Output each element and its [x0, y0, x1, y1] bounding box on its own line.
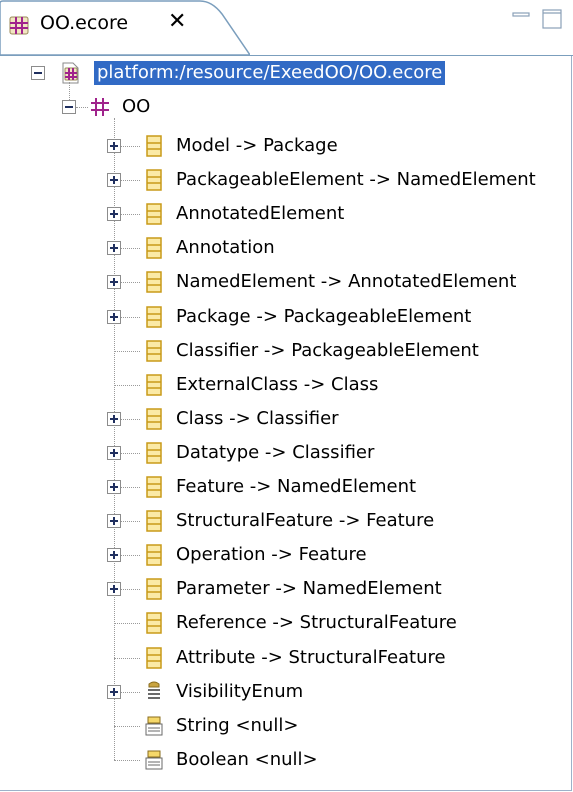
tree-item-label[interactable]: Reference -> StructuralFeature [176, 611, 457, 635]
tree-item-label[interactable]: Operation -> Feature [176, 543, 367, 567]
node-expander[interactable] [107, 480, 121, 494]
tree-item-label[interactable]: PackageableElement -> NamedElement [176, 168, 536, 192]
tab-oo-ecore[interactable]: OO.ecore ✕ [0, 0, 250, 56]
maximize-icon[interactable] [539, 6, 565, 32]
tree-item-label[interactable]: Feature -> NamedElement [176, 475, 416, 499]
eclass-icon [146, 476, 162, 498]
node-expander[interactable] [107, 207, 121, 222]
ecore-package-icon [9, 16, 29, 35]
tree-connector [114, 623, 140, 625]
eclass-icon [146, 578, 162, 601]
minimize-icon[interactable] [509, 6, 535, 32]
tree-connector [114, 657, 140, 659]
node-expander[interactable] [107, 684, 121, 699]
resource-label[interactable]: platform:/resource/ExeedOO/OO.ecore [94, 61, 446, 85]
tree-item-label[interactable]: Datatype -> Classifier [176, 441, 374, 465]
tree-connector [114, 759, 140, 761]
close-icon[interactable]: ✕ [168, 10, 186, 34]
eclass-icon [146, 408, 162, 430]
eclass-icon [146, 442, 162, 464]
eclass-icon [146, 237, 162, 260]
tree-item-label[interactable]: ExternalClass -> Class [176, 373, 378, 397]
tree-item-label[interactable]: Model -> Package [176, 134, 338, 158]
eclass-icon [146, 646, 162, 669]
tree-item-label[interactable]: Parameter -> NamedElement [176, 577, 442, 601]
eclass-icon [146, 169, 162, 191]
tree-connector [114, 725, 140, 727]
edatatype-icon [145, 750, 163, 770]
node-expander[interactable] [107, 275, 121, 290]
eclass-icon [146, 305, 162, 328]
tab-title: OO.ecore [40, 12, 129, 34]
eclass-icon [146, 339, 162, 362]
eclass-icon [146, 510, 162, 532]
node-expander[interactable] [107, 445, 121, 460]
ecore-package-icon [91, 98, 109, 116]
tree-item-label[interactable]: Attribute -> StructuralFeature [176, 646, 446, 670]
node-expander[interactable] [107, 241, 121, 256]
tree-item-label[interactable]: Annotation [176, 236, 275, 260]
eclass-icon [146, 203, 162, 225]
tree-item-label[interactable]: Class -> Classifier [176, 407, 339, 431]
eclass-icon [146, 544, 162, 566]
tree-connector [76, 107, 88, 108]
eclass-icon [146, 135, 162, 157]
node-expander[interactable] [107, 309, 121, 324]
tree-item-label[interactable]: String <null> [176, 714, 298, 738]
node-expander[interactable] [107, 548, 121, 563]
tree-item-label[interactable]: StructuralFeature -> Feature [176, 509, 434, 533]
eenum-icon [148, 681, 160, 699]
tree-connector [114, 350, 140, 352]
eclass-icon [146, 373, 162, 396]
tree-item-label[interactable]: Boolean <null> [176, 748, 318, 772]
node-expander[interactable] [107, 514, 121, 529]
edatatype-icon [145, 716, 163, 736]
tree-connector [69, 82, 70, 100]
ecore-resource-icon [62, 62, 79, 84]
eclass-icon [146, 612, 162, 635]
editor-tab-bar: OO.ecore ✕ [0, 0, 573, 56]
window-controls [509, 6, 567, 36]
resource-expander[interactable] [31, 66, 45, 80]
tree-item-label[interactable]: AnnotatedElement [176, 202, 344, 226]
package-label[interactable]: OO [122, 95, 150, 119]
tree-item-label[interactable]: NamedElement -> AnnotatedElement [176, 270, 516, 294]
eclass-icon [146, 271, 162, 294]
tree-connector [114, 384, 140, 386]
tree-item-label[interactable]: Package -> PackageableElement [176, 305, 471, 329]
node-expander[interactable] [107, 139, 121, 153]
ecore-tree[interactable]: platform:/resource/ExeedOO/OO.ecore OO M… [0, 56, 572, 791]
node-expander[interactable] [107, 173, 121, 188]
node-expander[interactable] [107, 582, 121, 597]
package-expander[interactable] [62, 100, 76, 114]
tree-item-label[interactable]: Classifier -> PackageableElement [176, 339, 479, 363]
node-expander[interactable] [107, 411, 121, 426]
tree-item-label[interactable]: VisibilityEnum [176, 680, 303, 704]
